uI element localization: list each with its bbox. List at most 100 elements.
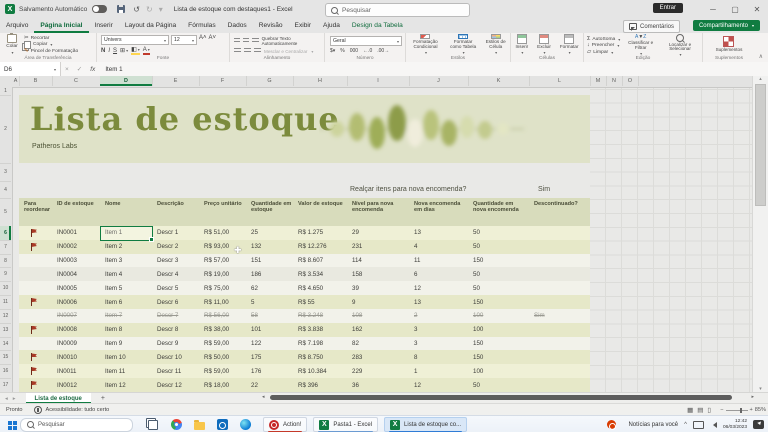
column-header-K[interactable]: K [468, 76, 530, 86]
cell-IN0012-qty[interactable]: 22 [246, 378, 292, 392]
row-header-9[interactable]: 9 [0, 267, 11, 283]
column-header-F[interactable]: F [199, 76, 247, 86]
cell-IN0001-qty[interactable]: 25 [246, 226, 292, 240]
menu-tab-inserir[interactable]: Inserir [89, 18, 119, 33]
cell-IN0002-level[interactable]: 231 [347, 240, 408, 254]
font-color-icon[interactable]: A▾ [142, 47, 150, 55]
cell-IN0008-value[interactable]: R$ 3.838 [293, 323, 346, 337]
row-header-7[interactable]: 7 [0, 240, 11, 255]
cell-styles-button[interactable]: Estilos de Célula ▾ [481, 34, 510, 55]
cell-IN0001-price[interactable]: R$ 51,00 [199, 226, 245, 240]
menu-tab-ajuda[interactable]: Ajuda [317, 18, 346, 33]
row-header-15[interactable]: 15 [0, 350, 11, 366]
cell-IN0010-level[interactable]: 283 [347, 350, 408, 364]
cell-IN0009-name[interactable]: Item 9 [100, 337, 151, 351]
cell-IN0005-reorder_qty[interactable]: 50 [468, 281, 528, 295]
cell-IN0010-value[interactable]: R$ 8.750 [293, 350, 346, 364]
normal-view-icon[interactable]: ▦ [687, 406, 693, 414]
scroll-up-icon[interactable]: ▴ [759, 76, 762, 82]
cell-IN0005-id[interactable]: IN0005 [52, 281, 99, 295]
page-break-icon[interactable]: ▯ [707, 406, 711, 414]
table-header-descontinuado[interactable]: Descontinuado? [529, 201, 589, 207]
cell-IN0010-qty[interactable]: 175 [246, 350, 292, 364]
cell-IN0012-level[interactable]: 36 [347, 378, 408, 392]
cell-IN0007-days[interactable]: 2 [409, 309, 467, 323]
edge-icon[interactable] [240, 419, 251, 430]
table-header-nova-encomenda-em-dias[interactable]: Nova encomenda em dias [409, 201, 467, 214]
cell-IN0011-price[interactable]: R$ 59,00 [199, 364, 245, 378]
cell-IN0011-level[interactable]: 229 [347, 364, 408, 378]
chrome-icon[interactable] [171, 419, 182, 430]
cell-IN0004-id[interactable]: IN0004 [52, 267, 99, 281]
vertical-scrollbar[interactable]: ▴ ▾ [752, 76, 768, 392]
news-label[interactable]: Notícias para você [628, 422, 678, 428]
column-header-N[interactable]: N [606, 76, 623, 86]
file-explorer-icon[interactable] [194, 419, 205, 430]
cell-IN0004-desc[interactable]: Descr 4 [152, 267, 198, 281]
column-header-D[interactable]: D [100, 76, 153, 86]
news-icon[interactable] [607, 420, 617, 430]
fill-button[interactable]: ↓ Preencher ▾ [587, 42, 620, 49]
save-icon[interactable] [117, 5, 126, 13]
collapse-ribbon-icon[interactable]: ∧ [759, 53, 763, 60]
cell-IN0010-reorder_qty[interactable]: 150 [468, 350, 528, 364]
cell-IN0001-discontinued[interactable] [529, 226, 589, 240]
copy-button[interactable]: Copiar ▾ [24, 40, 78, 49]
conditional-formatting-button[interactable]: Formatação Condicional ▾ [406, 34, 445, 55]
currency-icon[interactable]: $▾ [330, 48, 335, 54]
cell-IN0004-name[interactable]: Item 4 [100, 267, 151, 281]
row-header-13[interactable]: 13 [0, 323, 11, 338]
cell-IN0009-price[interactable]: R$ 59,00 [199, 337, 245, 351]
column-header-I[interactable]: I [347, 76, 410, 86]
cancel-icon[interactable]: × [65, 66, 69, 73]
horizontal-scroll-thumb[interactable] [270, 395, 732, 400]
cell-IN0012-desc[interactable]: Descr 12 [152, 378, 198, 392]
cell-IN0009-level[interactable]: 82 [347, 337, 408, 351]
cell-IN0009-discontinued[interactable] [529, 337, 589, 351]
cell-IN0012-value[interactable]: R$ 396 [293, 378, 346, 392]
cell-IN0002-qty[interactable]: 132 [246, 240, 292, 254]
menu-tab-p-gina-inicial[interactable]: Página Inicial [34, 18, 88, 33]
cell-IN0005-name[interactable]: Item 5 [100, 281, 151, 295]
format-painter-button[interactable]: ✎ Pincel de Formatação [24, 48, 78, 54]
cell-IN0007-value[interactable]: R$ 3.248 [293, 309, 346, 323]
cell-IN0006-level[interactable]: 9 [347, 295, 408, 309]
formula-bar-value[interactable]: Item 1 [105, 66, 122, 73]
close-button[interactable]: ✕ [746, 0, 768, 18]
table-header-pre-o-unit-rio[interactable]: Preço unitário [199, 201, 245, 207]
cell-IN0002-days[interactable]: 4 [409, 240, 467, 254]
cell-IN0011-value[interactable]: R$ 10.384 [293, 364, 346, 378]
menu-tab-f-rmulas[interactable]: Fórmulas [182, 18, 221, 33]
column-header-L[interactable]: L [529, 76, 591, 86]
cell-IN0006-reorder_qty[interactable]: 150 [468, 295, 528, 309]
cell-IN0006-name[interactable]: Item 6 [100, 295, 151, 309]
cell-IN0010-name[interactable]: Item 10 [100, 350, 151, 364]
cell-IN0005-discontinued[interactable] [529, 281, 589, 295]
page-layout-icon[interactable]: ▤ [697, 406, 703, 414]
wrap-text-button[interactable]: Quebrar Texto Automaticamente [262, 36, 320, 46]
paste-button[interactable]: Colar ▾ [0, 33, 24, 55]
table-header-valor-de-estoque[interactable]: Valor de estoque [293, 201, 346, 207]
sign-in-button[interactable]: Entrar [652, 3, 683, 13]
table-header-quantidade-em-estoque[interactable]: Quantidade em estoque [246, 201, 292, 214]
cell-IN0001-value[interactable]: R$ 1.275 [293, 226, 346, 240]
underline-button[interactable]: S [113, 48, 117, 54]
cut-button[interactable]: ✂ Recortar [24, 35, 78, 41]
menu-tab-dados[interactable]: Dados [222, 18, 253, 33]
align-middle-icon[interactable] [243, 38, 250, 44]
cell-IN0008-qty[interactable]: 101 [246, 323, 292, 337]
name-box[interactable]: D6 ▾ [0, 62, 61, 76]
row-header-17[interactable]: 17 [0, 378, 11, 392]
cell-IN0007-desc[interactable]: Descr 7 [152, 309, 198, 323]
cell-IN0004-value[interactable]: R$ 3.534 [293, 267, 346, 281]
find-select-button[interactable]: Localizar e Selecionar ▾ [661, 33, 699, 57]
merge-center-button[interactable]: Mesclar e Centralizar [264, 49, 307, 54]
cell-IN0004-level[interactable]: 158 [347, 267, 408, 281]
format-cells-button[interactable]: Formatar ▾ [557, 34, 582, 55]
cell-IN0003-value[interactable]: R$ 8.607 [293, 254, 346, 268]
table-header-quantidade-em-nova-encomenda[interactable]: Quantidade em nova encomenda [468, 201, 528, 214]
cell-IN0006-qty[interactable]: 5 [246, 295, 292, 309]
horizontal-scrollbar[interactable]: ◂ ▸ [262, 394, 754, 400]
cell-IN0010-id[interactable]: IN0010 [52, 350, 99, 364]
cell-IN0002-id[interactable]: IN0002 [52, 240, 99, 254]
